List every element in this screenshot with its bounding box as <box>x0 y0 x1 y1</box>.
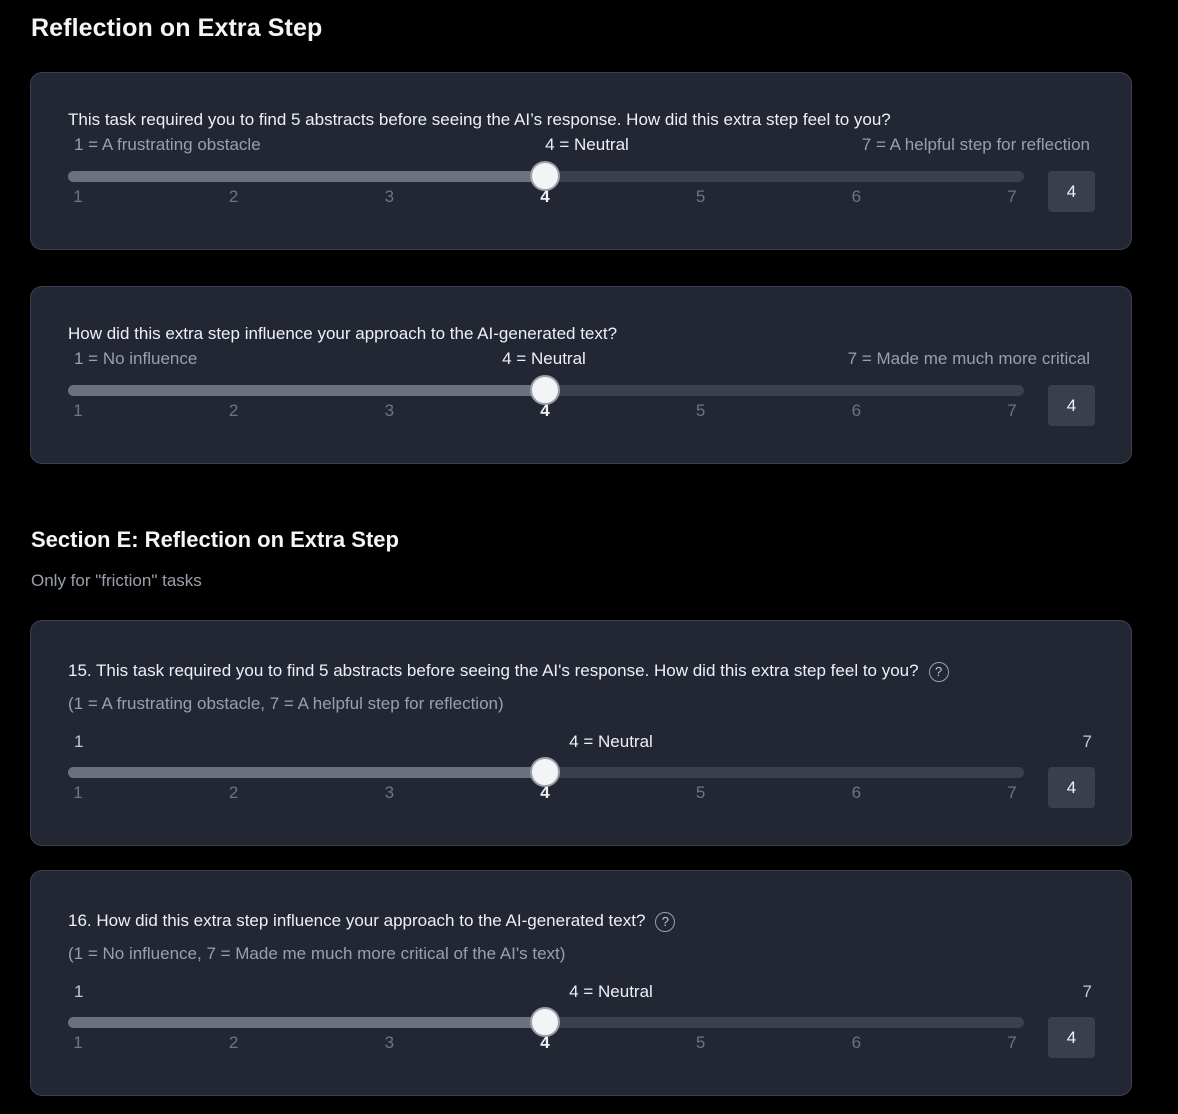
rating-slider[interactable]: 1234567 <box>68 161 1024 211</box>
tick-label: 1 <box>73 1033 83 1052</box>
tick-label: 5 <box>695 1033 706 1052</box>
question-text: How did this extra step influence your a… <box>68 324 618 343</box>
rating-card-q16: 16. How did this extra step influence yo… <box>30 870 1132 1096</box>
anchor-min-label: 1 = A frustrating obstacle <box>74 135 261 154</box>
tick-label: 6 <box>851 187 862 206</box>
slider-fill <box>68 171 545 182</box>
section-title: Section E: Reflection on Extra Step <box>31 527 399 552</box>
scale-anchors: 1 = No influence 4 = Neutral 7 = Made me… <box>68 349 1090 371</box>
rating-card-extra-step-influence: How did this extra step influence your a… <box>30 286 1132 464</box>
slider-fill <box>68 385 545 396</box>
tick-label: 1 <box>73 783 83 802</box>
tick-label: 5 <box>695 401 706 420</box>
question-text: 16. How did this extra step influence yo… <box>68 911 676 932</box>
tick-label: 3 <box>384 783 395 802</box>
rating-card-q15: 15. This task required you to find 5 abs… <box>30 620 1132 846</box>
tick-label: 3 <box>384 187 395 206</box>
tick-label: 5 <box>695 187 706 206</box>
anchor-max-label: 7 <box>1082 732 1092 751</box>
anchor-min-label: 1 <box>74 732 84 751</box>
scale-anchors: 1 4 = Neutral 7 <box>68 982 1092 1004</box>
value-box[interactable]: 4 <box>1048 171 1095 212</box>
anchor-max-label: 7 <box>1082 982 1092 1001</box>
value-box[interactable]: 4 <box>1048 767 1095 808</box>
page-title: Reflection on Extra Step <box>31 14 323 42</box>
rating-slider[interactable]: 1234567 <box>68 375 1024 425</box>
tick-label: 7 <box>1007 187 1017 206</box>
anchor-mid-label: 4 = Neutral <box>545 135 629 154</box>
tick-label: 7 <box>1007 783 1017 802</box>
scale-description: (1 = A frustrating obstacle, 7 = A helpf… <box>68 694 504 713</box>
anchor-mid-label: 4 = Neutral <box>569 732 653 751</box>
help-icon[interactable]: ? <box>655 911 676 932</box>
tick-label: 2 <box>228 1033 239 1052</box>
slider-thumb[interactable] <box>530 375 560 405</box>
slider-thumb[interactable] <box>530 1007 560 1037</box>
rating-slider[interactable]: 1234567 <box>68 1007 1024 1057</box>
tick-label: 6 <box>851 1033 862 1052</box>
question-text: 15. This task required you to find 5 abs… <box>68 661 949 682</box>
tick-label: 2 <box>228 401 239 420</box>
question-label: 15. This task required you to find 5 abs… <box>68 661 919 680</box>
tick-label: 1 <box>73 187 83 206</box>
scale-anchors: 1 = A frustrating obstacle 4 = Neutral 7… <box>68 135 1090 157</box>
slider-fill <box>68 767 545 778</box>
rating-slider[interactable]: 1234567 <box>68 757 1024 807</box>
scale-anchors: 1 4 = Neutral 7 <box>68 732 1092 754</box>
tick-label: 7 <box>1007 1033 1017 1052</box>
anchor-min-label: 1 = No influence <box>74 349 198 368</box>
question-label: 16. How did this extra step influence yo… <box>68 911 646 930</box>
anchor-mid-label: 4 = Neutral <box>569 982 653 1001</box>
value-box[interactable]: 4 <box>1048 1017 1095 1058</box>
anchor-mid-label: 4 = Neutral <box>502 349 586 368</box>
tick-label: 3 <box>384 1033 395 1052</box>
slider-thumb[interactable] <box>530 757 560 787</box>
tick-label: 6 <box>851 783 862 802</box>
value-box[interactable]: 4 <box>1048 385 1095 426</box>
anchor-min-label: 1 <box>74 982 84 1001</box>
tick-label: 5 <box>695 783 706 802</box>
slider-thumb[interactable] <box>530 161 560 191</box>
scale-description: (1 = No influence, 7 = Made me much more… <box>68 944 566 963</box>
rating-card-extra-step-feel: This task required you to find 5 abstrac… <box>30 72 1132 250</box>
slider-fill <box>68 1017 545 1028</box>
anchor-max-label: 7 = Made me much more critical <box>847 349 1090 368</box>
tick-label: 6 <box>851 401 862 420</box>
question-text: This task required you to find 5 abstrac… <box>68 110 891 129</box>
section-note: Only for "friction" tasks <box>31 571 202 590</box>
tick-label: 7 <box>1007 401 1017 420</box>
tick-label: 2 <box>228 187 239 206</box>
tick-label: 3 <box>384 401 395 420</box>
tick-label: 2 <box>228 783 239 802</box>
help-icon[interactable]: ? <box>928 661 949 682</box>
anchor-max-label: 7 = A helpful step for reflection <box>861 135 1090 154</box>
tick-label: 1 <box>73 401 83 420</box>
